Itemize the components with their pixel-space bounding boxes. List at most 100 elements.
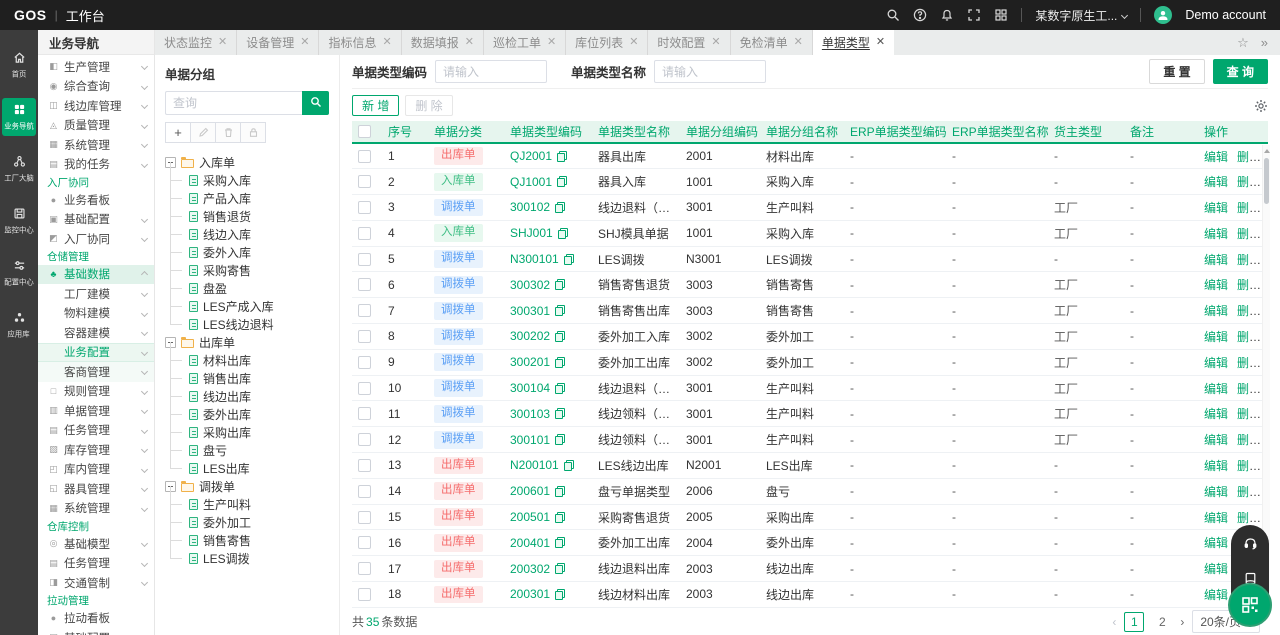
tree-leaf[interactable]: 材料出库 xyxy=(165,351,329,369)
sidebar-item[interactable]: ◰库内管理 xyxy=(38,460,154,480)
grid-icon[interactable] xyxy=(994,8,1008,22)
rail-item-link[interactable]: 应用库 xyxy=(2,306,36,344)
delete-link[interactable]: 删除 xyxy=(1237,485,1261,499)
tree-leaf[interactable]: 委外入库 xyxy=(165,243,329,261)
query-button[interactable]: 查 询 xyxy=(1213,59,1268,84)
delete-icon[interactable] xyxy=(215,122,241,143)
rail-item-link[interactable]: 配置中心 xyxy=(2,254,36,292)
copy-icon[interactable] xyxy=(555,589,565,600)
edit-link[interactable]: 编辑 xyxy=(1204,201,1228,215)
tree-leaf[interactable]: LES出库 xyxy=(165,459,329,477)
copy-icon[interactable] xyxy=(555,305,565,316)
tree-leaf[interactable]: 盘亏 xyxy=(165,441,329,459)
tree-leaf[interactable]: LES线边退料 xyxy=(165,315,329,333)
sidebar-item[interactable]: ◉综合查询 xyxy=(38,77,154,97)
delete-button[interactable]: 删 除 xyxy=(405,95,452,116)
close-icon[interactable]: ✕ xyxy=(711,37,720,48)
copy-icon[interactable] xyxy=(564,254,574,265)
row-checkbox[interactable] xyxy=(358,150,371,163)
sidebar-item[interactable]: ▧库存管理 xyxy=(38,440,154,460)
sidebar-item[interactable]: ◩入厂协同 xyxy=(38,229,154,249)
tree-folder-row[interactable]: 出库单 xyxy=(165,333,329,351)
scrollbar-thumb[interactable] xyxy=(1264,158,1269,204)
edit-link[interactable]: 编辑 xyxy=(1204,485,1228,499)
row-checkbox[interactable] xyxy=(358,562,371,575)
help-icon[interactable] xyxy=(913,8,927,22)
row-checkbox[interactable] xyxy=(358,511,371,524)
edit-link[interactable]: 编辑 xyxy=(1204,330,1228,344)
sidebar-item[interactable]: ◱器具管理 xyxy=(38,479,154,499)
row-checkbox[interactable] xyxy=(358,407,371,420)
row-checkbox[interactable] xyxy=(358,356,371,369)
delete-link[interactable]: 删除 xyxy=(1237,304,1261,318)
close-icon[interactable]: ✕ xyxy=(547,37,556,48)
sidebar-item[interactable]: 物料建模 xyxy=(38,304,154,324)
row-checkbox[interactable] xyxy=(358,227,371,240)
avatar[interactable] xyxy=(1154,6,1172,24)
rail-item-link[interactable]: 工厂大脑 xyxy=(2,150,36,188)
row-checkbox[interactable] xyxy=(358,536,371,549)
sidebar-item[interactable]: ▤我的任务 xyxy=(38,155,154,175)
edit-link[interactable]: 编辑 xyxy=(1204,562,1228,576)
sidebar-item[interactable]: ▤任务管理 xyxy=(38,421,154,441)
edit-link[interactable]: 编辑 xyxy=(1204,227,1228,241)
qr-code-icon[interactable] xyxy=(1228,583,1272,627)
doc-type-name-input[interactable] xyxy=(654,60,766,83)
fullscreen-icon[interactable] xyxy=(967,8,981,22)
delete-link[interactable]: 删除 xyxy=(1237,511,1261,525)
copy-icon[interactable] xyxy=(555,434,565,445)
add-button[interactable]: 新 增 xyxy=(352,95,399,116)
delete-link[interactable]: 删除 xyxy=(1237,459,1261,473)
edit-icon[interactable] xyxy=(190,122,216,143)
sidebar-item[interactable]: ●拉动看板 xyxy=(38,609,154,629)
reset-button[interactable]: 重 置 xyxy=(1149,59,1204,84)
star-icon[interactable]: ☆ xyxy=(1237,35,1249,51)
edit-link[interactable]: 编辑 xyxy=(1204,511,1228,525)
sidebar-item[interactable]: ▤任务管理 xyxy=(38,554,154,574)
delete-link[interactable]: 删除 xyxy=(1237,407,1261,421)
select-all-checkbox[interactable] xyxy=(358,125,371,138)
row-checkbox[interactable] xyxy=(358,201,371,214)
edit-link[interactable]: 编辑 xyxy=(1204,407,1228,421)
row-checkbox[interactable] xyxy=(358,588,371,601)
sidebar-item[interactable]: 客商管理 xyxy=(38,362,154,382)
tree-leaf[interactable]: 线边出库 xyxy=(165,387,329,405)
copy-icon[interactable] xyxy=(555,408,565,419)
close-icon[interactable]: ✕ xyxy=(794,37,803,48)
sidebar-item[interactable]: ▣基础配置 xyxy=(38,628,154,635)
row-checkbox[interactable] xyxy=(358,459,371,472)
row-checkbox[interactable] xyxy=(358,304,371,317)
delete-link[interactable]: 删除 xyxy=(1237,330,1261,344)
copy-icon[interactable] xyxy=(555,357,565,368)
edit-link[interactable]: 编辑 xyxy=(1204,175,1228,189)
tree-leaf[interactable]: 线边入库 xyxy=(165,225,329,243)
copy-icon[interactable] xyxy=(555,486,565,497)
sidebar-item[interactable]: ◬质量管理 xyxy=(38,116,154,136)
delete-link[interactable]: 删除 xyxy=(1237,382,1261,396)
sidebar-item[interactable]: ▥单据管理 xyxy=(38,401,154,421)
tree-leaf[interactable]: LES产成入库 xyxy=(165,297,329,315)
headset-icon[interactable] xyxy=(1243,536,1258,556)
delete-link[interactable]: 删除 xyxy=(1237,150,1261,164)
close-icon[interactable]: ✕ xyxy=(629,37,638,48)
tab-active[interactable]: 单据类型✕ xyxy=(813,30,894,55)
sidebar-item[interactable]: 容器建模 xyxy=(38,323,154,343)
tree-leaf[interactable]: 销售出库 xyxy=(165,369,329,387)
edit-link[interactable]: 编辑 xyxy=(1204,253,1228,267)
edit-link[interactable]: 编辑 xyxy=(1204,588,1228,602)
delete-link[interactable]: 删除 xyxy=(1237,433,1261,447)
gear-icon[interactable] xyxy=(1254,99,1268,113)
tree-leaf[interactable]: 采购入库 xyxy=(165,171,329,189)
tab[interactable]: 状态监控✕ xyxy=(155,30,237,55)
tree-leaf[interactable]: 采购出库 xyxy=(165,423,329,441)
tree-leaf[interactable]: 销售退货 xyxy=(165,207,329,225)
delete-link[interactable]: 删除 xyxy=(1237,356,1261,370)
copy-icon[interactable] xyxy=(555,202,565,213)
page-button-2[interactable]: 2 xyxy=(1152,612,1172,632)
tree-leaf[interactable]: 销售寄售 xyxy=(165,531,329,549)
prev-page-icon[interactable]: ‹ xyxy=(1112,615,1116,629)
row-checkbox[interactable] xyxy=(358,175,371,188)
scroll-up-icon[interactable] xyxy=(1264,149,1270,153)
row-checkbox[interactable] xyxy=(358,330,371,343)
tree-leaf[interactable]: 生产叫料 xyxy=(165,495,329,513)
